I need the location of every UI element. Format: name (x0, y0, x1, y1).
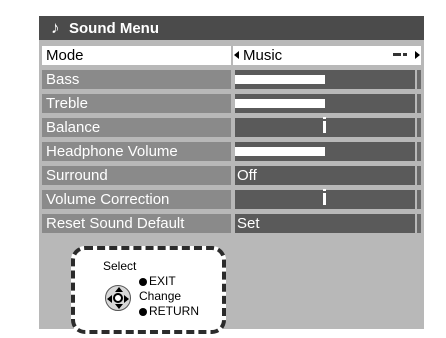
row-end-cap (417, 118, 421, 137)
menu-row-volume-correction[interactable]: Volume Correction (42, 189, 421, 209)
surround-value[interactable]: Off (235, 166, 415, 185)
menu-row-label: Surround (42, 166, 231, 185)
menu-row-label: Bass (42, 70, 231, 89)
menu-row-label: Mode (42, 46, 231, 65)
row-end-cap (417, 94, 421, 113)
bass-slider[interactable] (235, 70, 415, 89)
menu-title: Sound Menu (69, 20, 159, 37)
row-end-cap (417, 166, 421, 185)
menu-row-balance[interactable]: Balance (42, 117, 421, 137)
menu-row-bass[interactable]: Bass (42, 70, 421, 89)
exit-button-icon (139, 278, 147, 286)
guide-change-label: Change (139, 289, 182, 303)
remote-guide: Select EXIT Change RETURN (71, 246, 226, 334)
menu-row-reset-sound-default[interactable]: Reset Sound Default Set (42, 214, 421, 233)
dash-icon (403, 53, 407, 56)
row-end-cap (417, 142, 421, 161)
balance-slider[interactable] (235, 117, 415, 137)
sound-menu-panel: ♪ Sound Menu Mode Music Bass Treble Bala… (39, 16, 424, 334)
menu-row-surround[interactable]: Surround Off (42, 166, 421, 185)
dpad-icon (105, 285, 131, 311)
mode-value: Music (243, 47, 283, 64)
menu-row-label: Headphone Volume (42, 142, 231, 161)
treble-level-bar (235, 99, 325, 108)
guide-exit-label: EXIT (149, 274, 176, 288)
menu-row-label: Volume Correction (42, 190, 231, 209)
menu-row-label: Balance (42, 118, 231, 137)
dash-icon (393, 53, 401, 56)
guide-return-label: RETURN (149, 304, 199, 318)
guide-select-label: Select (103, 259, 137, 273)
headphone-volume-level-bar (235, 147, 325, 156)
right-arrow-icon[interactable] (415, 51, 420, 59)
volume-correction-slider[interactable] (235, 189, 415, 209)
treble-slider[interactable] (235, 94, 415, 113)
headphone-volume-slider[interactable] (235, 142, 415, 161)
menu-row-label: Reset Sound Default (42, 214, 231, 233)
row-end-cap (417, 70, 421, 89)
left-arrow-icon[interactable] (234, 51, 239, 59)
balance-center-marker (323, 117, 326, 133)
bass-level-bar (235, 75, 325, 84)
row-end-cap (417, 214, 421, 233)
return-button-icon (139, 308, 147, 316)
menu-header: ♪ Sound Menu (39, 16, 424, 40)
music-note-icon: ♪ (51, 18, 60, 37)
menu-row-mode[interactable]: Mode Music (42, 46, 421, 65)
menu-row-treble[interactable]: Treble (42, 94, 421, 113)
menu-row-headphone-volume[interactable]: Headphone Volume (42, 142, 421, 161)
volume-correction-center-marker (323, 189, 326, 205)
reset-sound-default-value[interactable]: Set (235, 214, 415, 233)
row-end-cap (417, 190, 421, 209)
menu-row-label: Treble (42, 94, 231, 113)
mode-select[interactable]: Music (233, 46, 421, 65)
